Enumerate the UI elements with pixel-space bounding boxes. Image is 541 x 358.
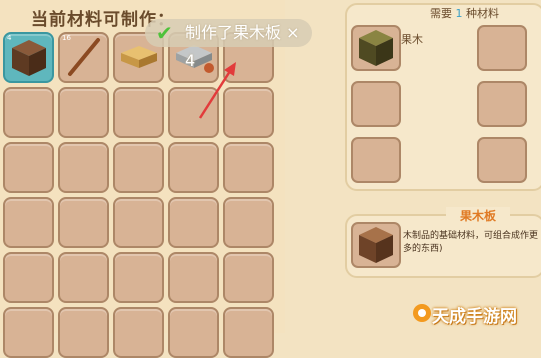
craft-slot-empty[interactable]	[113, 142, 164, 193]
craft-slot-empty[interactable]	[58, 197, 109, 248]
requirement-count: 1	[455, 7, 463, 20]
result-item-slot	[351, 222, 401, 268]
material-slot-empty[interactable]	[351, 137, 401, 183]
check-icon: ✔	[156, 21, 173, 45]
craft-slot-empty[interactable]	[168, 252, 219, 303]
plank-block-icon	[359, 227, 393, 263]
craft-slot-empty[interactable]	[113, 87, 164, 138]
craft-slot-empty[interactable]	[113, 252, 164, 303]
craft-slot-empty[interactable]	[3, 252, 54, 303]
watermark: 天成手游网	[432, 307, 517, 327]
material-name: 果木	[401, 33, 423, 46]
requirements-panel: 需要 1 种材料 果木	[345, 3, 541, 191]
wood-block-icon	[12, 40, 46, 76]
fruit-wood-icon	[359, 30, 393, 66]
watermark-logo-icon	[413, 304, 431, 322]
plank-slab-icon	[121, 46, 157, 68]
item-title: 果木板	[446, 207, 510, 225]
craft-slot-empty[interactable]	[3, 87, 54, 138]
red-arrow-icon	[198, 62, 236, 119]
material-slot-empty[interactable]	[351, 81, 401, 127]
requirement-label: 需要 1 种材料	[430, 5, 499, 21]
craft-slot-empty[interactable]	[113, 197, 164, 248]
craft-slot-wood-block[interactable]: 4	[3, 32, 54, 83]
craft-slot-empty[interactable]	[58, 87, 109, 138]
material-slot-empty[interactable]	[477, 81, 527, 127]
requirement-prefix: 需要	[430, 7, 452, 20]
item-info-panel: 木制品的基础材料，可组合成作更多的东西)	[345, 214, 541, 278]
material-slot-empty[interactable]	[477, 25, 527, 71]
craft-slot-empty[interactable]	[58, 252, 109, 303]
crafting-grid: 4 16	[0, 32, 285, 358]
craft-slot-empty[interactable]	[168, 142, 219, 193]
material-slot[interactable]	[351, 25, 401, 71]
craft-slot-empty[interactable]	[58, 142, 109, 193]
craft-slot-empty[interactable]	[3, 197, 54, 248]
item-description: 木制品的基础材料，可组合成作更多的东西)	[403, 231, 539, 254]
requirement-suffix: 种材料	[466, 7, 499, 20]
craft-slot-empty[interactable]	[3, 142, 54, 193]
craft-toast: ✔ 制作了果木板 × 4	[145, 19, 312, 70]
craft-slot-stick[interactable]: 16	[58, 32, 109, 83]
craft-slot-empty[interactable]	[223, 197, 274, 248]
craft-slot-empty[interactable]	[168, 197, 219, 248]
stick-icon	[68, 38, 100, 76]
craft-slot-empty[interactable]	[223, 142, 274, 193]
craft-slot-empty[interactable]	[223, 252, 274, 303]
material-slot-empty[interactable]	[477, 137, 527, 183]
